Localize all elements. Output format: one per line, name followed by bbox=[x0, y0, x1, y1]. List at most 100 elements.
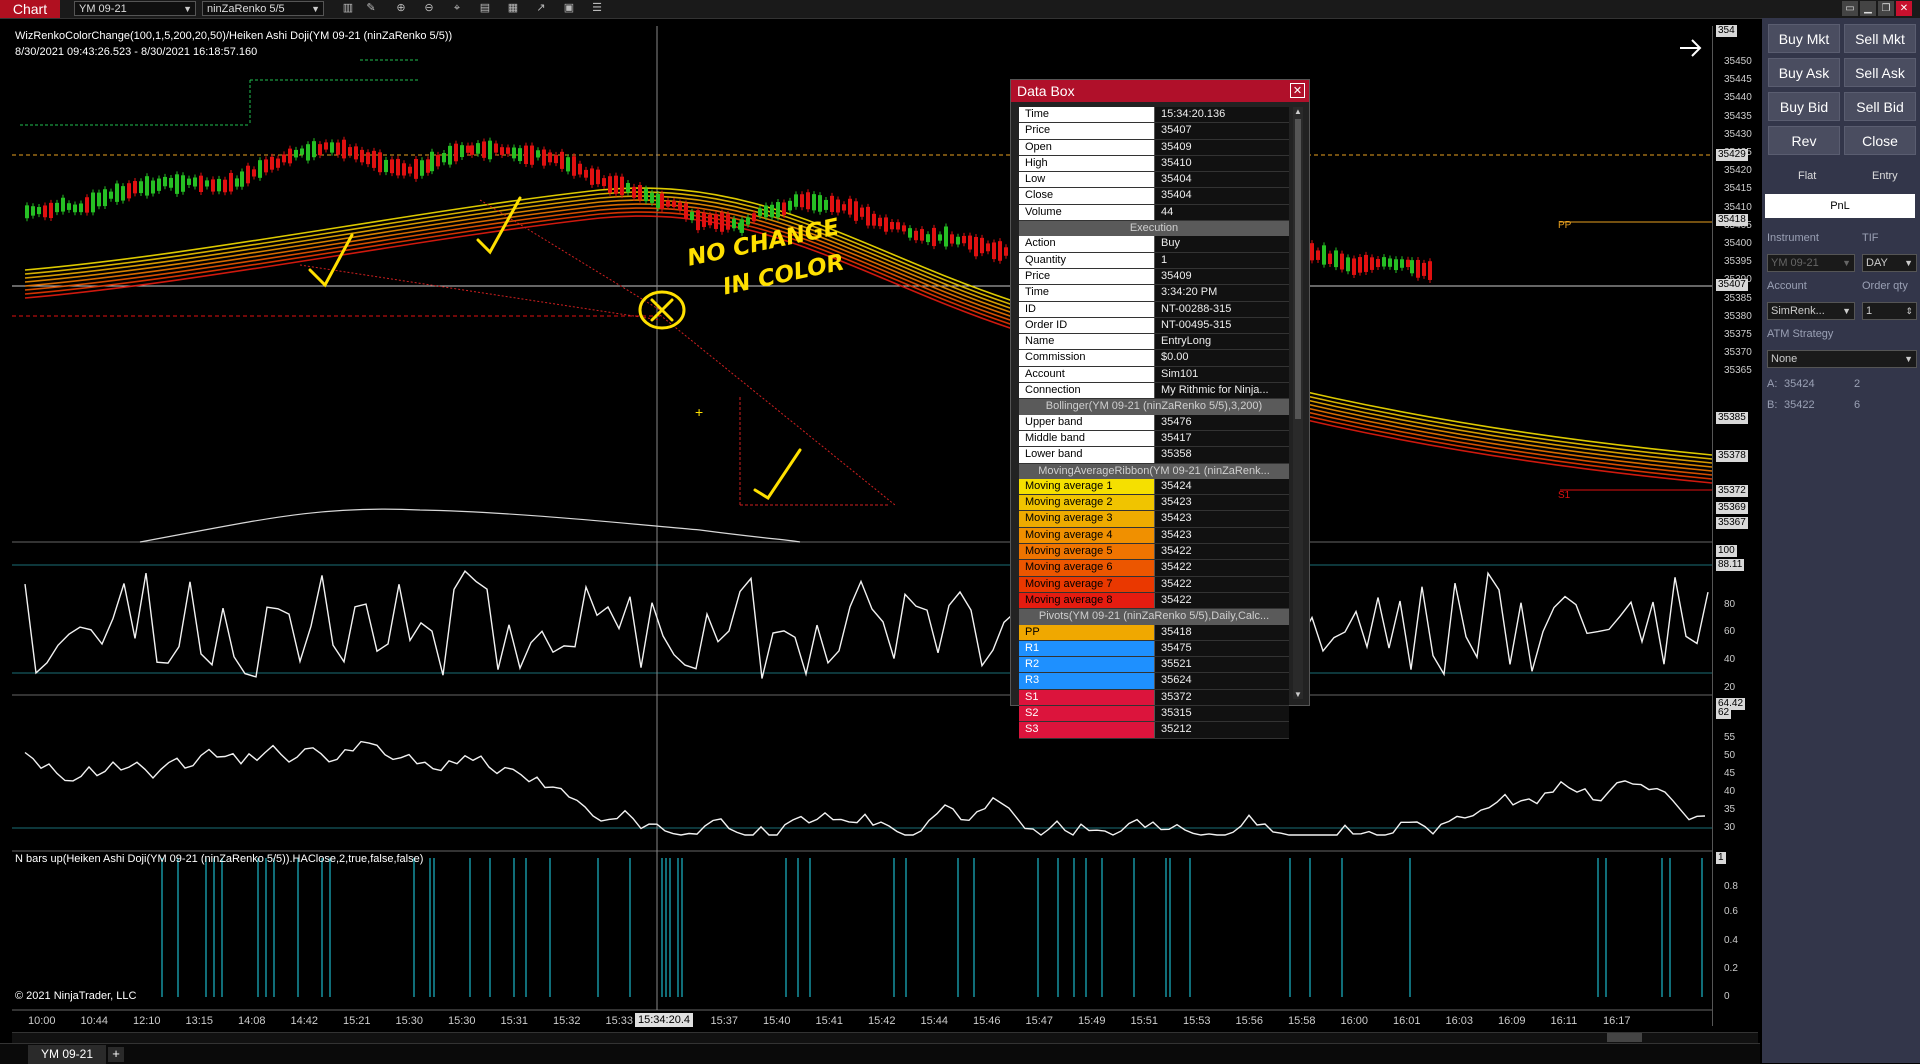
oscillator-2-tick: 45 bbox=[1724, 768, 1736, 779]
data-box-row-value: 35409 bbox=[1154, 139, 1289, 155]
data-box-row-value: Buy bbox=[1154, 236, 1289, 252]
renko-bar bbox=[500, 147, 504, 155]
renko-bar bbox=[614, 175, 618, 194]
order-qty-stepper[interactable]: 1 ⇕ bbox=[1862, 302, 1917, 320]
time-label: 14:42 bbox=[290, 1015, 319, 1027]
buy-ask-button[interactable]: Buy Ask bbox=[1768, 58, 1840, 87]
pp-line-label: PP bbox=[1558, 220, 1572, 231]
renko-bar bbox=[448, 145, 452, 165]
bid-price: 35422 bbox=[1784, 399, 1815, 411]
data-box-row-label: Action bbox=[1019, 236, 1154, 252]
price-label: 35435 bbox=[1724, 110, 1752, 122]
renko-bar bbox=[454, 143, 458, 162]
renko-bar bbox=[1310, 243, 1314, 261]
tab-ym-09-21[interactable]: YM 09-21 bbox=[28, 1045, 106, 1064]
data-box-row-value: NT-00495-315 bbox=[1154, 317, 1289, 334]
instrument-select[interactable]: YM 09-21 ▼ bbox=[1767, 254, 1855, 272]
renko-bar bbox=[644, 188, 648, 202]
data-box-row-label: Moving average 7 bbox=[1019, 576, 1154, 592]
data-box-row-label: S2 bbox=[1019, 705, 1154, 722]
ribbon-line bbox=[24, 195, 1713, 464]
data-box-row-label: R2 bbox=[1019, 657, 1154, 673]
renko-bar bbox=[848, 198, 852, 215]
renko-bar bbox=[466, 145, 470, 153]
time-label: 16:17 bbox=[1603, 1015, 1631, 1027]
data-box-row: Account Sim101 bbox=[1019, 366, 1289, 384]
data-box-scrollbar[interactable]: ▲ ▼ bbox=[1293, 107, 1303, 699]
renko-bar bbox=[348, 147, 352, 155]
price-marker: 35407 bbox=[1716, 279, 1748, 291]
reverse-button[interactable]: Rev bbox=[1768, 126, 1840, 155]
buy-bid-button[interactable]: Buy Bid bbox=[1768, 92, 1840, 121]
renko-bar bbox=[684, 203, 688, 219]
renko-bar bbox=[97, 192, 101, 207]
data-box-row-value: 35624 bbox=[1154, 673, 1289, 689]
n-bars-header: N bars up(Heiken Ashi Doji(YM 09-21 (nin… bbox=[15, 853, 424, 865]
renko-bar bbox=[986, 243, 990, 252]
horizontal-scrollbar[interactable] bbox=[12, 1032, 1758, 1043]
price-label: 35375 bbox=[1724, 329, 1752, 340]
stepper-icon[interactable]: ⇕ bbox=[1905, 303, 1913, 319]
renko-bar bbox=[896, 222, 900, 230]
data-box-row: Low 35404 bbox=[1019, 172, 1289, 189]
renko-bar bbox=[788, 200, 792, 211]
scroll-thumb[interactable] bbox=[1607, 1033, 1642, 1042]
add-tab-button[interactable]: + bbox=[108, 1047, 124, 1062]
time-label: 15:41 bbox=[815, 1015, 844, 1027]
renko-bar bbox=[1388, 258, 1392, 267]
price-chart[interactable]: + bbox=[0, 0, 1920, 1063]
renko-bar bbox=[572, 156, 576, 176]
renko-bar bbox=[536, 150, 540, 158]
n-bars-tick: 0 bbox=[1724, 991, 1730, 1002]
data-box-row-value: 35372 bbox=[1154, 689, 1289, 705]
close-position-button[interactable]: Close bbox=[1844, 126, 1916, 155]
renko-bar bbox=[872, 213, 876, 226]
price-label: 35430 bbox=[1724, 128, 1752, 140]
data-box-row-label: S1 bbox=[1019, 689, 1154, 705]
pnl-display: PnL bbox=[1765, 194, 1915, 218]
data-box-title[interactable]: Data Box bbox=[1011, 80, 1309, 102]
oscillator-2-tick: 55 bbox=[1724, 732, 1736, 743]
data-box-row-label: Commission bbox=[1019, 350, 1154, 366]
renko-bar bbox=[482, 141, 486, 158]
renko-bar bbox=[476, 143, 480, 154]
renko-bar bbox=[732, 218, 736, 229]
renko-bar bbox=[25, 205, 29, 219]
oscillator-1-tick: 40 bbox=[1724, 654, 1736, 665]
data-box-row-label: Lower band bbox=[1019, 447, 1154, 463]
entry-label: Entry bbox=[1872, 170, 1898, 182]
data-box-row-value: 35404 bbox=[1154, 188, 1289, 204]
n-bars-tick: 0.8 bbox=[1724, 881, 1738, 892]
renko-bar bbox=[902, 225, 906, 232]
ask-price: 35424 bbox=[1784, 378, 1815, 390]
renko-bar bbox=[890, 221, 894, 230]
renko-bar bbox=[938, 234, 942, 241]
close-icon[interactable]: ✕ bbox=[1290, 83, 1305, 98]
renko-bar bbox=[560, 151, 564, 169]
scroll-to-latest-icon[interactable] bbox=[1680, 39, 1702, 57]
chevron-down-icon[interactable]: ▼ bbox=[1293, 690, 1303, 699]
buy-market-button[interactable]: Buy Mkt bbox=[1768, 24, 1840, 53]
account-select[interactable]: SimRenk... ▼ bbox=[1767, 302, 1855, 320]
data-box-row: Order ID NT-00495-315 bbox=[1019, 317, 1289, 335]
sell-bid-button[interactable]: Sell Bid bbox=[1844, 92, 1916, 121]
bid-size: 6 bbox=[1854, 399, 1861, 411]
tif-select[interactable]: DAY ▼ bbox=[1862, 254, 1917, 272]
time-label: 16:11 bbox=[1550, 1015, 1578, 1027]
sell-market-button[interactable]: Sell Mkt bbox=[1844, 24, 1916, 53]
price-label: 35395 bbox=[1724, 256, 1752, 268]
time-label: 15:47 bbox=[1025, 1015, 1054, 1027]
renko-bar bbox=[312, 141, 316, 158]
data-box-row-label: Connection bbox=[1019, 383, 1154, 399]
chevron-up-icon[interactable]: ▲ bbox=[1293, 107, 1303, 116]
data-box-window[interactable]: Data Box ✕ Time 15:34:20.136 Price 35407 Ope… bbox=[1010, 79, 1310, 739]
data-box-row-value: 35417 bbox=[1154, 430, 1289, 447]
data-box-row-value: My Rithmic for Ninja... bbox=[1154, 383, 1289, 399]
sell-ask-button[interactable]: Sell Ask bbox=[1844, 58, 1916, 87]
atm-strategy-select[interactable]: None ▼ bbox=[1767, 350, 1917, 368]
data-box-row-label: Price bbox=[1019, 268, 1154, 285]
chevron-down-icon: ▼ bbox=[1842, 306, 1851, 316]
renko-bar bbox=[758, 208, 762, 216]
data-box-row: S3 35212 bbox=[1019, 722, 1289, 739]
renko-bar bbox=[638, 185, 642, 200]
